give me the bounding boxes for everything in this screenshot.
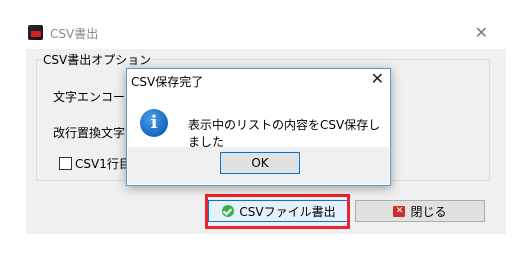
save-complete-dialog: CSV保存完了 ✕ i 表示中のリストの内容をCSV保存しました OK <box>126 68 391 186</box>
close-button[interactable]: ✕ 閉じる <box>355 200 485 222</box>
encoding-label: 文字エンコード <box>53 90 138 104</box>
newline-label: 改行置換文字 <box>53 126 126 140</box>
info-icon: i <box>140 109 168 137</box>
dialog-body: i 表示中のリストの内容をCSV保存しました <box>128 99 389 149</box>
close-icon: ✕ <box>393 205 406 217</box>
highlight-box <box>205 194 350 229</box>
dialog-title: CSV保存完了 <box>131 75 204 89</box>
dialog-message: 表示中のリストの内容をCSV保存しました <box>188 118 381 149</box>
dialog-footer: OK <box>128 147 389 184</box>
title-bar: CSV書出 ✕ <box>26 22 506 46</box>
group-title: CSV書出オプション <box>41 51 154 68</box>
dialog-close-icon[interactable]: ✕ <box>371 69 384 88</box>
window-title: CSV書出 <box>50 27 99 41</box>
csv-first-row-label: CSV1行目 <box>75 157 131 171</box>
ok-button[interactable]: OK <box>220 152 300 174</box>
csv-first-row-checkbox[interactable] <box>59 157 72 170</box>
app-icon <box>28 25 43 40</box>
close-button-label: 閉じる <box>410 204 447 219</box>
csv-first-row-option[interactable]: CSV1行目 <box>59 155 131 172</box>
ok-button-label: OK <box>251 156 269 170</box>
window-close-icon[interactable]: ✕ <box>475 23 488 42</box>
